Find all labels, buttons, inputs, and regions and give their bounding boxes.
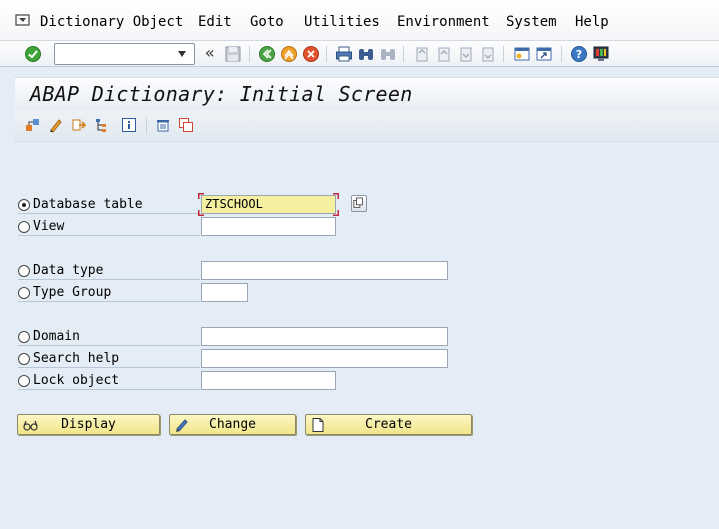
find-next-icon[interactable] xyxy=(379,45,397,63)
edit-icon[interactable] xyxy=(48,117,64,133)
option-data-type[interactable]: Data type xyxy=(18,262,200,280)
option-view[interactable]: View xyxy=(18,218,200,236)
menu-goto[interactable]: Goto xyxy=(250,14,284,30)
cancel-icon[interactable] xyxy=(302,45,320,63)
option-label: Data type xyxy=(33,263,104,278)
menu-window-icon[interactable] xyxy=(15,14,31,28)
toolbar-separator xyxy=(249,46,250,62)
value-help-icon xyxy=(353,197,363,208)
required-marker-icon xyxy=(198,210,204,216)
radio-database-table[interactable] xyxy=(18,198,30,211)
collapse-toolbar-icon[interactable]: « xyxy=(205,43,215,62)
create-button[interactable]: Create xyxy=(305,414,472,435)
required-marker-icon xyxy=(198,193,204,199)
value-help-button[interactable] xyxy=(351,195,367,212)
display-button[interactable]: Display xyxy=(17,414,160,435)
enter-icon[interactable] xyxy=(24,45,42,63)
required-marker-icon xyxy=(333,193,339,199)
data-type-input[interactable] xyxy=(201,261,448,280)
display-button-label: Display xyxy=(61,417,116,432)
menu-help[interactable]: Help xyxy=(575,14,609,30)
lock-object-input[interactable] xyxy=(201,371,336,390)
menu-utilities[interactable]: Utilities xyxy=(304,14,380,30)
next-page-icon[interactable] xyxy=(457,45,475,63)
option-label: Search help xyxy=(33,351,120,366)
toolbar-separator xyxy=(503,46,504,62)
view-input[interactable] xyxy=(201,217,336,236)
option-label: Database table xyxy=(33,197,143,212)
toolbar-separator xyxy=(326,46,327,62)
change-button-label: Change xyxy=(209,417,256,432)
option-type-group[interactable]: Type Group xyxy=(18,284,200,302)
radio-lock-object[interactable] xyxy=(18,374,30,387)
previous-page-icon[interactable] xyxy=(435,45,453,63)
database-table-input[interactable]: ZTSCHOOL xyxy=(201,195,336,214)
help-icon[interactable]: ? xyxy=(570,45,588,63)
menu-environment[interactable]: Environment xyxy=(397,14,490,30)
option-label: View xyxy=(33,219,65,234)
radio-view[interactable] xyxy=(18,220,30,233)
layout-icon[interactable] xyxy=(592,45,610,63)
option-search-help[interactable]: Search help xyxy=(18,350,200,368)
search-help-input[interactable] xyxy=(201,349,448,368)
radio-type-group[interactable] xyxy=(18,286,30,299)
option-label: Type Group xyxy=(33,285,112,300)
toolbar-separator xyxy=(403,46,404,62)
option-label: Lock object xyxy=(33,373,120,388)
menu-system[interactable]: System xyxy=(506,14,557,30)
selection-area: Database table ZTSCHOOL View Data type T… xyxy=(15,142,719,529)
option-lock-object[interactable]: Lock object xyxy=(18,372,200,390)
other-object-icon[interactable] xyxy=(25,117,41,133)
svg-text:?: ? xyxy=(576,48,582,61)
exit-icon[interactable] xyxy=(280,45,298,63)
menu-bar: Dictionary Object Edit Goto Utilities En… xyxy=(0,0,719,41)
menu-edit[interactable]: Edit xyxy=(198,14,232,30)
print-icon[interactable] xyxy=(335,45,353,63)
page-title: ABAP Dictionary: Initial Screen xyxy=(30,82,413,106)
radio-data-type[interactable] xyxy=(18,264,30,277)
create-session-icon[interactable] xyxy=(513,45,531,63)
info-icon[interactable] xyxy=(121,117,137,133)
change-button[interactable]: Change xyxy=(169,414,296,435)
last-page-icon[interactable] xyxy=(479,45,497,63)
option-database-table[interactable]: Database table xyxy=(18,196,200,214)
find-icon[interactable] xyxy=(357,45,375,63)
toolbar-separator xyxy=(146,118,147,134)
save-icon[interactable] xyxy=(224,45,242,63)
title-bar: ABAP Dictionary: Initial Screen xyxy=(15,77,719,110)
where-used-icon[interactable] xyxy=(71,117,87,133)
option-label: Domain xyxy=(33,329,80,344)
radio-search-help[interactable] xyxy=(18,352,30,365)
copy-icon[interactable] xyxy=(178,117,194,133)
radio-domain[interactable] xyxy=(18,330,30,343)
domain-input[interactable] xyxy=(201,327,448,346)
option-domain[interactable]: Domain xyxy=(18,328,200,346)
delete-icon[interactable] xyxy=(155,117,171,133)
hierarchy-icon[interactable] xyxy=(94,117,110,133)
command-field[interactable] xyxy=(54,43,195,65)
back-icon[interactable] xyxy=(258,45,276,63)
application-toolbar xyxy=(15,110,719,142)
create-button-label: Create xyxy=(365,417,412,432)
type-group-input[interactable] xyxy=(201,283,248,302)
standard-toolbar: « ? xyxy=(0,41,719,67)
shortcut-icon[interactable] xyxy=(535,45,553,63)
required-marker-icon xyxy=(333,210,339,216)
chevron-down-icon[interactable] xyxy=(177,50,187,58)
menu-dictionary-object[interactable]: Dictionary Object xyxy=(40,14,183,30)
first-page-icon[interactable] xyxy=(413,45,431,63)
toolbar-separator xyxy=(561,46,562,62)
